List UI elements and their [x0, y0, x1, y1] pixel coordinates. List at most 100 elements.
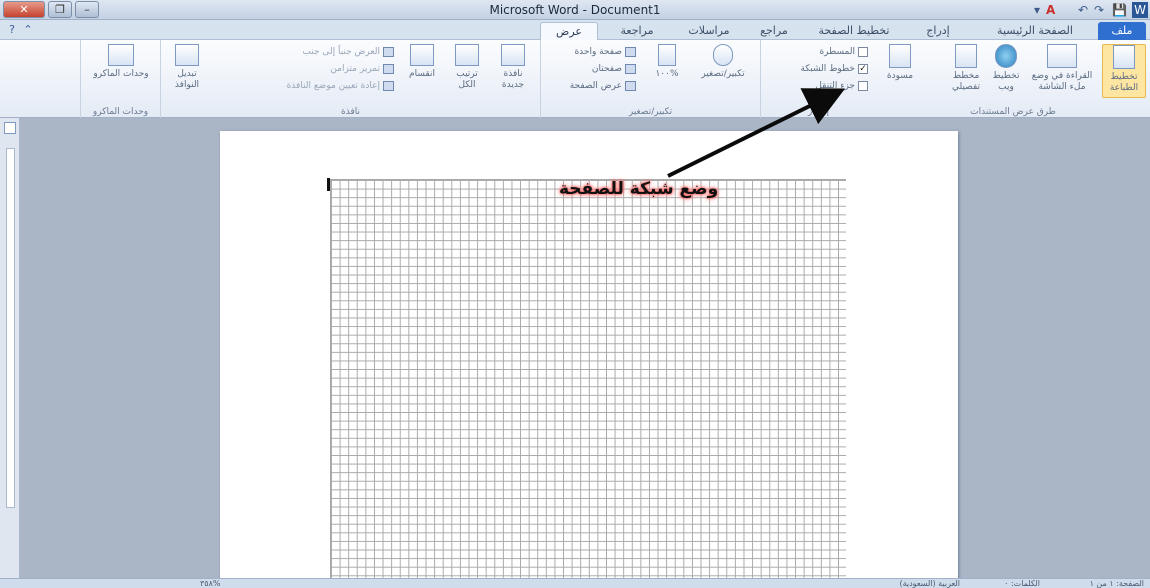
reset-position-label: إعادة تعيين موضع النافذة	[286, 81, 380, 91]
sync-scroll-button[interactable]: تمرير متزامن	[330, 63, 394, 76]
vertical-ruler[interactable]	[6, 148, 15, 508]
one-page-button[interactable]: صفحة واحدة	[574, 46, 636, 59]
outline-label: مخطط تفصيلي	[951, 71, 981, 92]
tab-file[interactable]: ملف	[1098, 22, 1146, 40]
side-by-side-label: العرض جنباً إلى جنب	[302, 47, 380, 57]
split-label: انقسام	[409, 69, 435, 79]
tab-references[interactable]: مراجع	[746, 22, 802, 40]
print-layout-icon	[1113, 45, 1135, 69]
group-macros: وحدات الماكرو وحدات الماكرو	[80, 40, 160, 118]
one-page-icon	[625, 46, 636, 57]
word-app-icon: W	[1132, 2, 1148, 18]
group-show: المسطرة ✓خطوط الشبكة جزء التنقل إظهار	[760, 40, 876, 118]
dropdown-icon[interactable]: ▾	[1034, 2, 1040, 18]
switch-windows-icon	[175, 44, 199, 66]
vertical-ruler-bar	[0, 118, 20, 578]
macros-label: وحدات الماكرو	[93, 69, 149, 79]
magnifier-icon	[713, 44, 733, 66]
save-icon[interactable]: 💾	[1112, 2, 1127, 18]
outline-button[interactable]: مخطط تفصيلي	[946, 44, 986, 98]
status-words[interactable]: الكلمات: ٠	[1004, 579, 1040, 588]
macros-icon	[108, 44, 134, 66]
print-layout-label: تخطيط الطباعة	[1109, 72, 1139, 93]
reset-position-icon	[383, 80, 394, 91]
web-layout-button[interactable]: تخطيط ويب	[988, 44, 1024, 98]
tab-review[interactable]: مراجعة	[604, 22, 670, 40]
draft-button[interactable]: مسودة	[880, 44, 920, 98]
group-label-zoom: تكبير/تصغير	[628, 107, 673, 117]
tab-view[interactable]: عرض	[540, 22, 598, 40]
page-width-button[interactable]: عرض الصفحة	[570, 80, 636, 93]
arrange-all-label: ترتيب الكل	[456, 69, 478, 90]
sync-scroll-icon	[383, 63, 394, 74]
new-window-button[interactable]: نافذة جديدة	[491, 44, 535, 98]
zoom-100-button[interactable]: ١٠٠%	[647, 44, 687, 98]
new-window-label: نافذة جديدة	[501, 69, 525, 90]
ribbon-tabs: ? ⌃ ملف الصفحة الرئيسية إدراج تخطيط الصف…	[0, 20, 1150, 40]
split-button[interactable]: انقسام	[401, 44, 443, 98]
arrange-all-button[interactable]: ترتيب الكل	[447, 44, 487, 98]
text-cursor	[327, 178, 330, 191]
ruler-checkbox[interactable]: المسطرة	[819, 46, 868, 59]
gridlines-checkbox[interactable]: ✓خطوط الشبكة	[800, 63, 868, 76]
page-gridlines	[330, 179, 846, 588]
two-pages-icon	[625, 63, 636, 74]
two-pages-button[interactable]: صفحتان	[592, 63, 636, 76]
sync-scroll-label: تمرير متزامن	[330, 64, 380, 74]
nav-pane-label: جزء التنقل	[815, 81, 855, 91]
tab-insert[interactable]: إدراج	[908, 22, 968, 40]
arrange-all-icon	[455, 44, 479, 66]
group-zoom: تكبير/تصغير ١٠٠% صفحة واحدة صفحتان عرض ا…	[540, 40, 760, 118]
side-by-side-icon	[383, 46, 394, 57]
help-icon[interactable]: ?	[4, 23, 20, 37]
draft-label: مسودة	[886, 71, 914, 81]
nav-pane-checkbox[interactable]: جزء التنقل	[815, 80, 868, 93]
ribbon: تخطيط الطباعة القراءة في وضع ملء الشاشة …	[0, 40, 1150, 118]
gridlines-label: خطوط الشبكة	[800, 64, 855, 74]
status-zoom[interactable]: ٣٥٨%	[200, 579, 221, 588]
status-page[interactable]: الصفحة: ١ من ١	[1090, 579, 1144, 588]
page-width-label: عرض الصفحة	[569, 81, 622, 91]
switch-windows-button[interactable]: تبديل النوافذ	[165, 44, 209, 98]
zoom-label: تكبير/تصغير	[701, 69, 745, 79]
status-bar: الصفحة: ١ من ١ الكلمات: ٠ العربية (السعو…	[0, 578, 1150, 588]
font-color-icon[interactable]: A	[1046, 2, 1055, 18]
full-screen-reading-label: القراءة في وضع ملء الشاشة	[1031, 71, 1093, 92]
macros-button[interactable]: وحدات الماكرو	[93, 44, 149, 98]
ruler-label: المسطرة	[819, 47, 855, 57]
full-screen-reading-button[interactable]: القراءة في وضع ملء الشاشة	[1026, 44, 1098, 98]
outline-icon	[955, 44, 977, 68]
print-layout-button[interactable]: تخطيط الطباعة	[1102, 44, 1146, 98]
tab-home[interactable]: الصفحة الرئيسية	[980, 22, 1090, 40]
undo-icon[interactable]: ↶	[1078, 2, 1088, 18]
ruler-toggle-icon[interactable]	[4, 122, 16, 134]
draft-icon	[889, 44, 911, 68]
gridlines-checkbox-box[interactable]: ✓	[858, 63, 868, 74]
minimize-ribbon-icon[interactable]: ⌃	[20, 23, 36, 37]
annotation-label: وضع شبكة للصفحة	[559, 179, 719, 199]
reset-position-button[interactable]: إعادة تعيين موضع النافذة	[287, 80, 394, 93]
nav-pane-checkbox-box[interactable]	[858, 80, 868, 91]
group-label-macros: وحدات الماكرو	[92, 107, 149, 117]
page-100-icon	[658, 44, 676, 66]
one-page-label: صفحة واحدة	[574, 47, 622, 57]
title-bar: ✕ ❐ – Microsoft Word - Document1 W 💾 ↷ ↶…	[0, 0, 1150, 20]
word-window: ✕ ❐ – Microsoft Word - Document1 W 💾 ↷ ↶…	[0, 0, 1150, 588]
group-label-window: نافذة	[341, 107, 360, 117]
web-layout-label: تخطيط ويب	[992, 71, 1020, 92]
new-window-icon	[501, 44, 525, 66]
globe-icon	[995, 44, 1017, 68]
redo-icon[interactable]: ↷	[1094, 2, 1104, 18]
tab-mailings[interactable]: مراسلات	[676, 22, 742, 40]
document-area: وضع شبكة للصفحة	[20, 118, 1150, 588]
group-window: نافذة جديدة ترتيب الكل انقسام العرض جنبا…	[160, 40, 540, 118]
document-page[interactable]: وضع شبكة للصفحة	[220, 131, 958, 588]
split-icon	[410, 44, 434, 66]
group-label-document-views: طرق عرض المستندات	[970, 107, 1056, 117]
zoom-button[interactable]: تكبير/تصغير	[691, 44, 755, 98]
tab-page-layout[interactable]: تخطيط الصفحة	[808, 22, 900, 40]
side-by-side-button[interactable]: العرض جنباً إلى جنب	[302, 46, 394, 59]
ruler-checkbox-box[interactable]	[858, 46, 868, 57]
status-language[interactable]: العربية (السعودية)	[899, 579, 960, 588]
group-label-show: إظهار	[808, 107, 829, 117]
